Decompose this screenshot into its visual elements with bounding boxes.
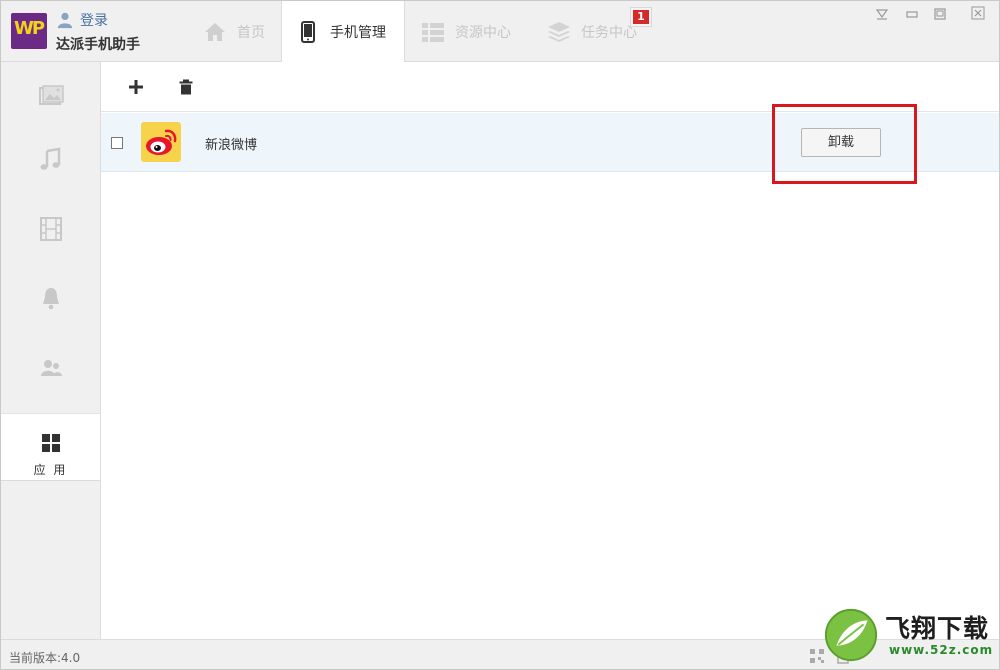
photo-icon <box>38 85 64 105</box>
plus-icon <box>129 80 143 94</box>
toolbar <box>101 62 999 112</box>
trash-icon <box>179 79 193 95</box>
list-item[interactable]: 新浪微博 卸载 <box>101 113 999 172</box>
sidebar: 应 用 <box>1 62 101 639</box>
home-icon <box>205 22 225 41</box>
sidebar-item-video[interactable] <box>1 195 100 263</box>
tab-resource-center[interactable]: 资源中心 <box>407 1 525 62</box>
layers-icon <box>548 21 570 42</box>
user-icon <box>57 12 73 29</box>
close-icon <box>971 6 985 20</box>
bell-icon <box>42 288 59 310</box>
sidebar-item-contacts[interactable] <box>1 334 100 402</box>
watermark-logo <box>824 608 878 662</box>
app-name: 新浪微博 <box>205 138 258 153</box>
app-checkbox[interactable] <box>111 137 123 149</box>
sidebar-item-ringtones[interactable] <box>1 264 100 332</box>
close-button[interactable] <box>957 3 999 23</box>
sidebar-item-label: 应 用 <box>33 463 68 477</box>
add-app-button[interactable] <box>125 76 147 98</box>
login-link[interactable]: 登录 <box>56 9 108 31</box>
chevron-down-icon <box>875 9 889 20</box>
app-title: 达派手机助手 <box>56 37 140 53</box>
version-label: 当前版本:4.0 <box>9 651 81 665</box>
phone-icon <box>301 21 315 43</box>
apps-grid-icon <box>42 434 60 452</box>
sidebar-item-music[interactable] <box>1 126 100 194</box>
tab-home[interactable]: 首页 <box>189 1 281 62</box>
app-window: WP 登录 达派手机助手 首页 手机管理 资源中心 任务中心 1 应 用 新浪微… <box>0 0 1000 670</box>
watermark: 飞翔下载 www.52z.com <box>823 607 997 665</box>
watermark-url: www.52z.com <box>889 643 994 657</box>
tab-phone-label: 手机管理 <box>330 25 386 41</box>
uninstall-button[interactable]: 卸载 <box>801 128 881 157</box>
tab-resource-label: 资源中心 <box>455 24 511 41</box>
music-icon <box>40 147 60 170</box>
tab-phone-manage[interactable]: 手机管理 <box>281 1 405 63</box>
watermark-text: 飞翔下载 <box>885 614 990 643</box>
maximize-button[interactable] <box>931 5 949 23</box>
sidebar-item-photos[interactable] <box>1 62 100 130</box>
app-logo: WP <box>11 13 47 49</box>
minimize-button[interactable] <box>903 5 921 23</box>
tab-task-label: 任务中心 <box>581 24 637 41</box>
dropdown-menu-button[interactable] <box>873 5 891 23</box>
login-label: 登录 <box>80 13 108 29</box>
film-icon <box>39 217 62 241</box>
minimize-icon <box>906 11 918 18</box>
delete-app-button[interactable] <box>175 76 197 98</box>
task-count-badge: 1 <box>630 7 652 27</box>
weibo-icon <box>141 122 181 162</box>
title-bar: WP 登录 达派手机助手 首页 手机管理 资源中心 任务中心 1 <box>1 1 999 63</box>
tab-home-label: 首页 <box>237 24 265 41</box>
contacts-icon <box>40 360 62 376</box>
maximize-icon <box>934 8 946 20</box>
list-icon <box>422 22 444 42</box>
sidebar-item-apps[interactable]: 应 用 <box>1 413 100 481</box>
